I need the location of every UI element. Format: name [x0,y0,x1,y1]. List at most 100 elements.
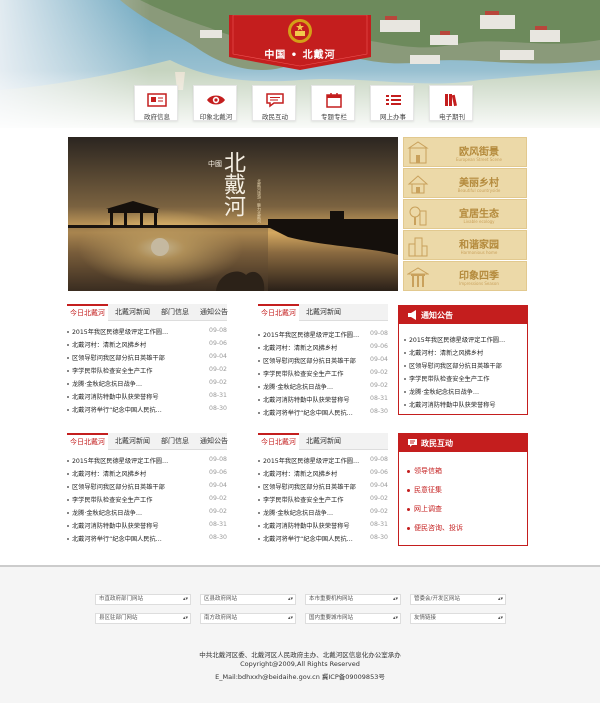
notice-text: 龙腾·金秋纪念抗日战争… [409,389,480,396]
news-item[interactable]: 李学民带队检查安全生产工作 09-02 [67,365,227,378]
notice-header[interactable]: 通知公告 [399,306,527,324]
tab-today[interactable]: 今日北戴河 [67,433,108,450]
tile-european-street[interactable]: 欧风街景 European Street Scene [403,137,527,167]
nav-gov-info[interactable]: 政府信息 [134,85,178,121]
link-select-municipal[interactable]: 市直政府部门网站 ▴▾ [95,594,191,605]
interaction-header[interactable]: 政民互动 [399,434,527,452]
link-select-institutions[interactable]: 本市重要机构网站 ▴▾ [305,594,401,605]
link-select-friends[interactable]: 友情链接 ▴▾ [410,613,506,624]
tile-livable-ecology[interactable]: 宜居生态 Livable ecology [403,199,527,229]
tab-department[interactable]: 部门信息 [161,304,189,321]
news-date: 09-06 [209,340,227,347]
tab-today[interactable]: 今日北戴河 [258,433,299,450]
news-title: 北戴河村：清新之风拂乡村 [263,471,338,478]
news-title: 龙腾·金秋纪念抗日战争… [72,510,143,517]
interaction-item-survey[interactable]: 网上调查 [407,504,523,518]
tile-four-seasons[interactable]: 印象四季 Impressions Season [403,261,527,291]
nav-interaction[interactable]: 政民互动 [252,85,296,121]
news-item[interactable]: 李学民带队检查安全生产工作 09-02 [258,494,388,507]
tile-subtitle: Harmonious home [460,250,498,255]
tab-news[interactable]: 北戴河新闻 [306,304,341,321]
news-item[interactable]: 龙腾·金秋纪念抗日战争… 09-02 [258,381,388,394]
bullet-icon [258,499,260,501]
megaphone-icon [408,310,416,320]
tile-harmonious-home[interactable]: 和谐家园 Harmonious home [403,230,527,260]
news-item[interactable]: 区领导慰问我区部分抗日英雄干部 09-04 [258,355,388,368]
select-value: 友情链接 [414,615,437,621]
link-select-departments[interactable]: 县区驻部门网站 ▴▾ [95,613,191,624]
tile-title: 宜居生态 [459,209,499,220]
nav-ejournal[interactable]: 电子期刊 [429,85,473,121]
bullet-icon [404,391,406,393]
news-item[interactable]: 北戴河将举行“纪念中国人民抗… 08-30 [67,533,227,546]
tile-beautiful-country[interactable]: 美丽乡村 Beautiful countryside [403,168,527,198]
news-item[interactable]: 李学民带队检查安全生产工作 09-02 [258,368,388,381]
bullet-icon [258,386,260,388]
link-select-south-gov[interactable]: 南方政府网站 ▴▾ [200,613,296,624]
news-item[interactable]: 龙腾·金秋纪念抗日战争… 09-02 [258,507,388,520]
tab-news[interactable]: 北戴河新闻 [115,304,150,321]
news-item[interactable]: 龙腾·金秋纪念抗日战争… 09-02 [67,507,227,520]
news-item[interactable]: 北戴河消防特勤中队获荣誉称号 08-31 [67,391,227,404]
tab-department[interactable]: 部门信息 [161,433,189,450]
news-date: 09-06 [209,469,227,476]
nav-label: 印象北戴河 [199,113,233,121]
news-date: 09-06 [370,343,388,350]
news-item[interactable]: 北戴河将举行“纪念中国人民抗… 08-30 [67,404,227,417]
news-date: 09-04 [370,356,388,363]
tile-subtitle: Impressions Season [459,281,499,286]
notice-item[interactable]: 区领导慰问我区部分抗日英雄干部 [404,361,524,374]
interaction-item-consult[interactable]: 便民咨询、投诉 [407,523,523,537]
tab-notices[interactable]: 通知公告 [200,433,228,450]
news-item[interactable]: 北戴河村：清新之风拂乡村 09-06 [258,342,388,355]
notice-item[interactable]: 李学民带队检查安全生产工作 [404,374,524,387]
news-item[interactable]: 北戴河村：清新之风拂乡村 09-06 [67,468,227,481]
news-item[interactable]: 北戴河将举行“纪念中国人民抗… 08-30 [258,407,388,420]
news-item[interactable]: 2015年我区民德星级评定工作圆… 09-08 [67,326,227,339]
notice-item[interactable]: 北戴河村：清新之风拂乡村 [404,348,524,361]
notice-item[interactable]: 龙腾·金秋纪念抗日战争… [404,387,524,400]
news-item[interactable]: 区领导慰问我区部分抗日英雄干部 09-04 [67,481,227,494]
tab-today[interactable]: 今日北戴河 [67,304,108,321]
tab-today[interactable]: 今日北戴河 [258,304,299,321]
tab-news[interactable]: 北戴河新闻 [115,433,150,450]
site-title: 中国 • 北戴河 [264,50,336,61]
news-item[interactable]: 北戴河村：清新之风拂乡村 09-06 [258,468,388,481]
nav-online-services[interactable]: 网上办事 [370,85,414,121]
news-item[interactable]: 北戴河将举行“纪念中国人民抗… 08-30 [258,533,388,546]
news-item[interactable]: 龙腾·金秋纪念抗日战争… 09-02 [67,378,227,391]
link-select-county[interactable]: 区县政府网站 ▴▾ [200,594,296,605]
interaction-item-mailbox[interactable]: 领导信箱 [407,466,523,480]
notice-box: 通知公告 2015年我区民德星级评定工作圆… 北戴河村：清新之风拂乡村 区领导慰… [398,305,528,415]
news-title: 区领导慰问我区部分抗日英雄干部 [263,484,356,491]
news-item[interactable]: 2015年我区民德星级评定工作圆… 09-08 [67,455,227,468]
tab-notices[interactable]: 通知公告 [200,304,228,321]
news-item[interactable]: 李学民带队检查安全生产工作 09-02 [67,494,227,507]
interaction-label: 领导信箱 [414,467,442,475]
link-select-dev-zone[interactable]: 管委会/开发区网站 ▴▾ [410,594,506,605]
link-select-cities[interactable]: 国内重要城市网站 ▴▾ [305,613,401,624]
news-item[interactable]: 北戴河消防特勤中队获荣誉称号 08-31 [258,394,388,407]
news-item[interactable]: 区领导慰问我区部分抗日英雄干部 09-04 [258,481,388,494]
tab-news[interactable]: 北戴河新闻 [306,433,341,450]
national-emblem-icon [288,19,312,43]
notice-text: 李学民带队检查安全生产工作 [409,376,490,383]
news-item[interactable]: 北戴河消防特勤中队获荣誉称号 08-31 [258,520,388,533]
news-item[interactable]: 区领导慰问我区部分抗日英雄干部 09-04 [67,352,227,365]
news-title: 李学民带队检查安全生产工作 [263,371,344,378]
bullet-icon [407,488,410,492]
news-title: 北戴河消防特勤中队获荣誉称号 [263,523,350,530]
nav-impression[interactable]: 印象北戴河 [193,85,237,121]
interaction-item-opinion[interactable]: 民意征集 [407,485,523,499]
notice-item[interactable]: 北戴河消防特勤中队获荣誉称号 [404,400,524,413]
news-item[interactable]: 2015年我区民德星级评定工作圆… 09-08 [258,329,388,342]
news-item[interactable]: 北戴河村：清新之风拂乡村 09-06 [67,339,227,352]
hero-banner[interactable]: 中國 北戴河 北戴河旅游 · 魅力北戴河 [68,137,398,291]
footer-copyright: Copyright@2009,All Rights Reserved [240,660,360,668]
bullet-icon [67,357,69,359]
notice-item[interactable]: 2015年我区民德星级评定工作圆… [404,335,524,348]
news-item[interactable]: 北戴河消防特勤中队获荣誉称号 08-31 [67,520,227,533]
nav-topics[interactable]: 专题专栏 [311,85,355,121]
news-title: 北戴河村：清新之风拂乡村 [72,342,147,349]
news-item[interactable]: 2015年我区民德星级评定工作圆… 09-08 [258,455,388,468]
